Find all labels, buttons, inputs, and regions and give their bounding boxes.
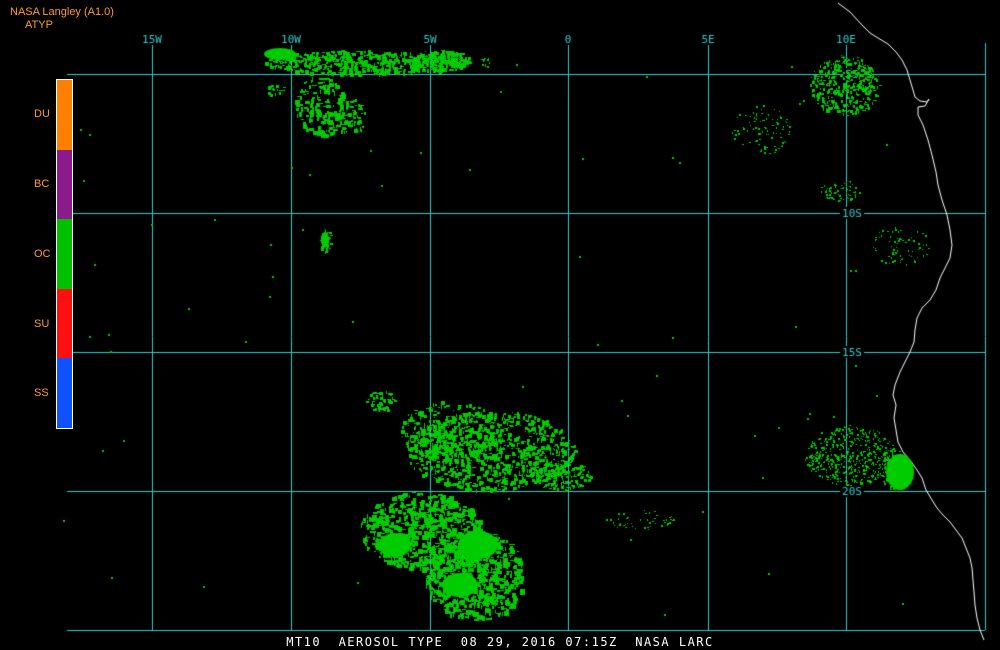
- legend-swatch-oc: [57, 219, 72, 289]
- legend-swatch-du: [57, 80, 72, 150]
- color-legend: [56, 79, 73, 429]
- aerosol-map: [0, 0, 1000, 650]
- legend-label-ss: SS: [34, 387, 49, 399]
- header-title: NASA Langley (A1.0): [10, 6, 114, 18]
- legend-label-su: SU: [34, 318, 50, 330]
- legend-swatch-su: [57, 288, 72, 359]
- legend-label-du: DU: [34, 108, 50, 120]
- footer-caption: MT10 AEROSOL TYPE 08 29, 2016 07:15Z NAS…: [286, 635, 714, 649]
- legend-swatch-ss: [57, 358, 72, 428]
- legend-label-oc: OC: [34, 248, 51, 260]
- legend-swatch-bc: [57, 149, 72, 220]
- product-label: ATYP: [25, 19, 53, 31]
- legend-label-bc: BC: [34, 178, 50, 190]
